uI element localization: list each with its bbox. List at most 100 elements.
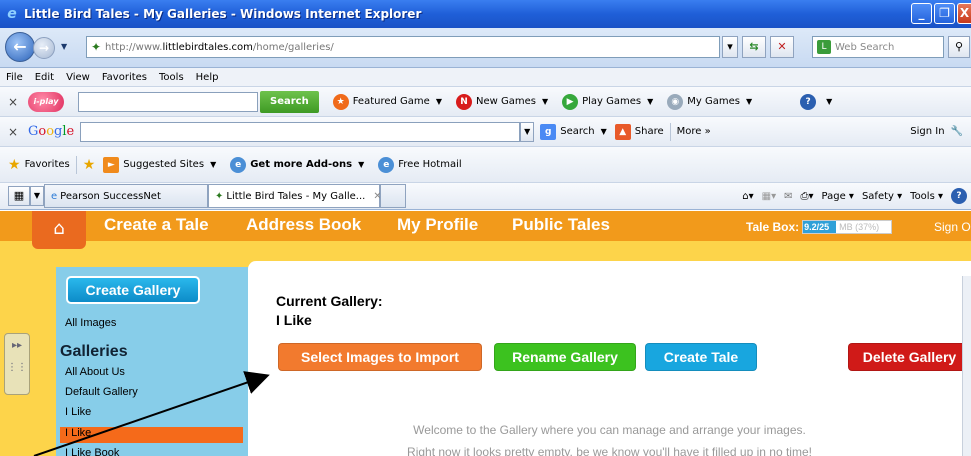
- get-more-addons-label: Get more Add-ons: [250, 159, 353, 170]
- help-menu[interactable]: ? ▼: [800, 93, 833, 110]
- menu-bar: File Edit View Favorites Tools Help: [0, 68, 971, 86]
- chevron-down-icon: ▼: [210, 160, 217, 169]
- google-logo[interactable]: Google: [28, 124, 74, 139]
- favorites-star-icon[interactable]: ★: [8, 157, 21, 173]
- menu-tools[interactable]: Tools: [159, 72, 184, 83]
- menu-file[interactable]: File: [6, 72, 23, 83]
- tab-little-bird-tales[interactable]: ✦ Little Bird Tales - My Galle... ✕: [208, 184, 382, 208]
- play-games-label: Play Games: [582, 96, 642, 107]
- menu-favorites[interactable]: Favorites: [102, 72, 147, 83]
- maximize-button[interactable]: ❐: [934, 3, 955, 24]
- web-search-input[interactable]: L Web Search: [812, 36, 944, 58]
- forward-button[interactable]: →: [33, 37, 55, 59]
- menu-help[interactable]: Help: [196, 72, 219, 83]
- nav-create-tale[interactable]: Create a Tale: [104, 215, 209, 235]
- tale-box-percent: MB (37%): [839, 222, 880, 232]
- tab-pearson[interactable]: e Pearson SuccessNet: [44, 184, 208, 208]
- tab-list-dropdown[interactable]: ▼: [30, 186, 44, 206]
- page-menu[interactable]: Page ▾: [822, 191, 854, 202]
- menu-view[interactable]: View: [66, 72, 90, 83]
- create-gallery-button[interactable]: Create Gallery: [66, 276, 200, 304]
- ie-logo-icon: e: [7, 6, 17, 22]
- get-more-addons-link[interactable]: e Get more Add-ons ▼: [230, 156, 364, 173]
- google-search-input[interactable]: [80, 121, 521, 142]
- home-icon[interactable]: ⌂▾: [742, 191, 753, 202]
- minimize-button[interactable]: _: [911, 3, 932, 24]
- tools-menu[interactable]: Tools ▾: [910, 191, 943, 202]
- play-icon: ▶: [562, 93, 579, 110]
- nav-public-tales[interactable]: Public Tales: [512, 215, 610, 235]
- new-tab-button[interactable]: [380, 184, 406, 208]
- chevron-down-icon: ▼: [746, 97, 753, 106]
- gallery-all-about-us[interactable]: All About Us: [65, 366, 125, 378]
- favorites-button[interactable]: Favorites: [25, 159, 70, 170]
- tale-box-usage-bar: 9.2/25 MB (37%): [802, 220, 893, 234]
- my-games-label: My Games: [687, 96, 740, 107]
- url-dropdown-button[interactable]: ▾: [722, 36, 738, 58]
- menu-edit[interactable]: Edit: [35, 72, 54, 83]
- window-title-bar: e Little Bird Tales - My Galleries - Win…: [0, 0, 971, 28]
- featured-game-menu[interactable]: ★ Featured Game ▼: [332, 93, 442, 110]
- gallery-i-like-book[interactable]: I Like Book: [65, 447, 119, 456]
- stop-button[interactable]: ✕: [770, 36, 794, 58]
- back-button[interactable]: ←: [5, 32, 35, 62]
- refresh-button[interactable]: ⇆: [742, 36, 766, 58]
- iplay-toolbar: × i-play Search ★ Featured Game ▼ N New G…: [0, 86, 971, 116]
- all-images-link[interactable]: All Images: [65, 317, 116, 329]
- welcome-message-line1: Welcome to the Gallery where you can man…: [413, 423, 806, 437]
- help-icon[interactable]: ?: [951, 188, 967, 204]
- rename-gallery-button[interactable]: Rename Gallery: [494, 343, 636, 371]
- web-search-placeholder: Web Search: [835, 41, 895, 53]
- gallery-i-like-selected[interactable]: I Like: [65, 427, 91, 439]
- feeds-icon[interactable]: ▦▾: [762, 191, 776, 202]
- close-toolbar-icon[interactable]: ×: [8, 125, 20, 139]
- ie-page-icon: e: [378, 156, 395, 173]
- create-tale-button[interactable]: Create Tale: [645, 343, 757, 371]
- page-scrollbar[interactable]: [962, 276, 971, 456]
- new-games-label: New Games: [475, 96, 536, 107]
- sign-in-link[interactable]: Sign In: [910, 126, 944, 137]
- chevron-down-icon: ▼: [647, 97, 654, 106]
- iplay-search-input[interactable]: [78, 91, 258, 112]
- delete-gallery-button[interactable]: Delete Gallery: [848, 343, 971, 371]
- select-images-to-import-button[interactable]: Select Images to Import: [278, 343, 482, 371]
- google-search-label: Search: [560, 126, 595, 137]
- iplay-search-button[interactable]: Search: [260, 90, 319, 113]
- read-mail-icon[interactable]: ✉: [784, 191, 792, 202]
- nav-address-book[interactable]: Address Book: [246, 215, 361, 235]
- history-dropdown-icon[interactable]: ▼: [61, 42, 67, 51]
- google-share-button[interactable]: ▲ Share: [614, 123, 664, 140]
- my-games-menu[interactable]: ◉ My Games ▼: [667, 93, 753, 110]
- sign-out-link[interactable]: Sign O: [934, 220, 971, 234]
- search-go-button[interactable]: ⚲: [948, 36, 970, 58]
- more-button[interactable]: More »: [677, 126, 711, 137]
- share-icon: ▲: [614, 123, 631, 140]
- chevron-down-icon: ▼: [826, 97, 833, 106]
- new-games-menu[interactable]: N New Games ▼: [455, 93, 549, 110]
- chevron-down-icon: ▼: [541, 97, 549, 106]
- suggested-sites-link[interactable]: ► Suggested Sites ▼: [103, 156, 217, 173]
- quick-tabs-button[interactable]: ▦: [8, 186, 30, 206]
- close-toolbar-icon[interactable]: ×: [8, 95, 20, 109]
- gallery-i-like[interactable]: I Like: [65, 406, 91, 418]
- gallery-default[interactable]: Default Gallery: [65, 386, 138, 398]
- google-search-icon: g: [540, 123, 557, 140]
- gallery-sidebar: Create Gallery All Images Galleries All …: [56, 267, 248, 456]
- suggested-sites-label: Suggested Sites: [123, 159, 205, 170]
- url-field[interactable]: ✦ http://www. littlebirdtales.com/home/ga…: [86, 36, 720, 58]
- wrench-icon[interactable]: 🔧: [951, 126, 963, 137]
- free-hotmail-link[interactable]: e Free Hotmail: [378, 156, 462, 173]
- side-panel-handle[interactable]: ▸▸ ⋮⋮: [4, 333, 30, 395]
- home-button[interactable]: ⌂: [32, 211, 86, 249]
- nav-my-profile[interactable]: My Profile: [397, 215, 478, 235]
- play-games-menu[interactable]: ▶ Play Games ▼: [562, 93, 654, 110]
- google-search-button[interactable]: g Search ▼: [540, 123, 607, 140]
- add-favorite-icon[interactable]: ★: [83, 157, 96, 173]
- close-window-button[interactable]: X: [957, 3, 971, 24]
- google-history-dropdown[interactable]: ▼: [520, 121, 535, 142]
- print-icon[interactable]: ⎙▾: [801, 191, 814, 202]
- safety-menu[interactable]: Safety ▾: [862, 191, 902, 202]
- tale-box: Tale Box: 9.2/25 MB (37%): [746, 220, 893, 234]
- iplay-logo[interactable]: i-play: [28, 91, 64, 112]
- site-favicon-icon: ✦: [90, 40, 102, 54]
